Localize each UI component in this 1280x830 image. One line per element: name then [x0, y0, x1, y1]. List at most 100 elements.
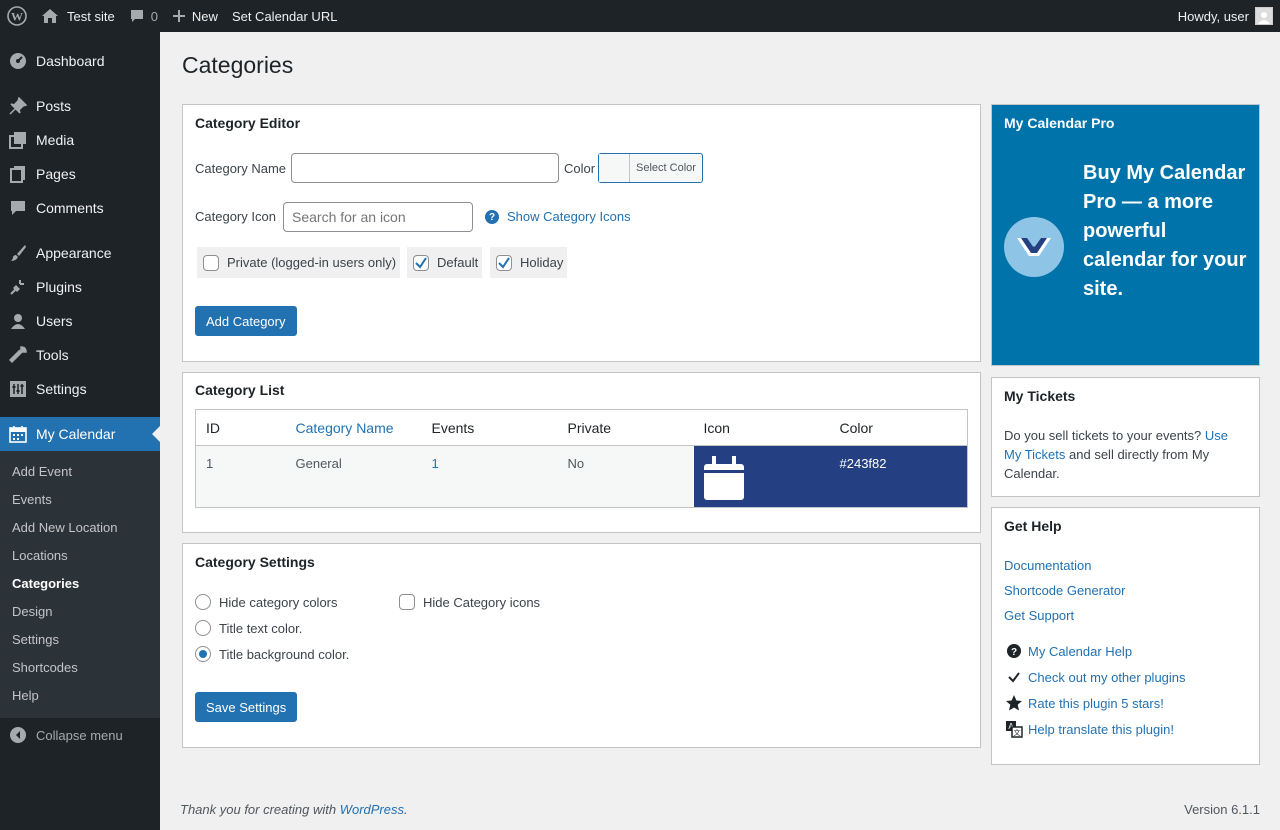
- table-row: 1 General 1 No #243f82: [195, 445, 968, 508]
- column-icon: Icon: [693, 409, 830, 446]
- radio-button-selected[interactable]: [195, 646, 211, 662]
- category-list-heading: Category List: [195, 382, 285, 398]
- radio-title-background-color[interactable]: Title background color.: [195, 646, 349, 662]
- question-icon: ?: [1004, 643, 1024, 659]
- tickets-text-a: Do you sell tickets to your events?: [1004, 428, 1205, 443]
- svg-text:W: W: [11, 10, 23, 24]
- user-icon: [8, 311, 28, 331]
- radio-hide-colors[interactable]: Hide category colors: [195, 594, 338, 610]
- column-id: ID: [195, 409, 286, 446]
- my-calendar-submenu: Add Event Events Add New Location Locati…: [0, 451, 160, 718]
- svg-text:文: 文: [1014, 728, 1021, 737]
- save-settings-button[interactable]: Save Settings: [195, 692, 298, 722]
- menu-label: Comments: [36, 200, 104, 216]
- default-checkbox[interactable]: [413, 254, 429, 271]
- other-plugins-link[interactable]: Check out my other plugins: [1028, 670, 1186, 685]
- admin-bar: W Test site 0 New Set Calendar URL Howdy…: [0, 0, 1280, 32]
- calendar-icon: [8, 424, 28, 444]
- menu-my-calendar[interactable]: My Calendar: [0, 417, 160, 451]
- holiday-checkbox[interactable]: [496, 254, 512, 271]
- menu-plugins[interactable]: Plugins: [0, 270, 160, 304]
- set-calendar-url-link[interactable]: Set Calendar URL: [225, 0, 345, 32]
- translate-plugin-link[interactable]: Help translate this plugin!: [1028, 722, 1174, 737]
- get-help-box: Get Help Documentation Shortcode Generat…: [991, 507, 1260, 765]
- cell-private: No: [557, 445, 694, 508]
- submenu-locations[interactable]: Locations: [0, 542, 160, 570]
- menu-posts[interactable]: Posts: [0, 89, 160, 123]
- my-tickets-heading: My Tickets: [1004, 388, 1076, 404]
- menu-settings[interactable]: Settings: [0, 372, 160, 406]
- translate-icon: A文: [1004, 720, 1024, 738]
- category-settings-heading: Category Settings: [195, 554, 315, 570]
- svg-text:?: ?: [1011, 647, 1017, 658]
- rate-plugin-link[interactable]: Rate this plugin 5 stars!: [1028, 696, 1164, 711]
- shortcode-generator-link[interactable]: Shortcode Generator: [1004, 583, 1125, 598]
- submenu-shortcodes[interactable]: Shortcodes: [0, 654, 160, 682]
- menu-dashboard[interactable]: Dashboard: [0, 44, 160, 78]
- submenu-settings[interactable]: Settings: [0, 626, 160, 654]
- documentation-link[interactable]: Documentation: [1004, 558, 1125, 573]
- submenu-events[interactable]: Events: [0, 486, 160, 514]
- menu-appearance[interactable]: Appearance: [0, 236, 160, 270]
- submenu-add-new-location[interactable]: Add New Location: [0, 514, 160, 542]
- submenu-help[interactable]: Help: [0, 682, 160, 710]
- submenu-design[interactable]: Design: [0, 598, 160, 626]
- pages-icon: [8, 164, 28, 184]
- events-count-link[interactable]: 1: [432, 456, 439, 471]
- promo-heading: My Calendar Pro: [1004, 115, 1115, 131]
- menu-tools[interactable]: Tools: [0, 338, 160, 372]
- menu-pages[interactable]: Pages: [0, 157, 160, 191]
- new-content-link[interactable]: New: [165, 0, 225, 32]
- howdy-text: Howdy, user: [1177, 8, 1249, 24]
- my-calendar-help-link[interactable]: My Calendar Help: [1028, 644, 1132, 659]
- site-name: Test site: [67, 8, 115, 24]
- category-list-box: Category List ID Category Name Events Pr…: [182, 372, 981, 533]
- radio-button[interactable]: [195, 620, 211, 636]
- radio-title-text-color[interactable]: Title text color.: [195, 620, 302, 636]
- sort-category-name-link[interactable]: Category Name: [296, 420, 394, 436]
- menu-users[interactable]: Users: [0, 304, 160, 338]
- my-calendar-logo-icon: [1004, 217, 1064, 277]
- comments-link[interactable]: 0: [122, 0, 165, 32]
- hide-icons-checkbox[interactable]: [399, 594, 415, 610]
- holiday-checkbox-wrap[interactable]: Holiday: [490, 247, 567, 278]
- admin-sidebar: Dashboard Posts Media Pages Comments App…: [0, 32, 160, 830]
- private-checkbox[interactable]: [203, 254, 219, 271]
- wordpress-link[interactable]: WordPress: [340, 802, 404, 817]
- footer-version: Version 6.1.1: [1184, 802, 1260, 817]
- category-icon-label: Category Icon: [195, 209, 276, 224]
- new-label: New: [191, 8, 218, 24]
- page-title: Categories: [182, 52, 294, 78]
- wordpress-logo-icon[interactable]: W: [0, 0, 34, 32]
- column-category-name[interactable]: Category Name: [285, 409, 422, 446]
- my-tickets-box: My Tickets Do you sell tickets to your e…: [991, 377, 1260, 497]
- radio-label: Title background color.: [219, 646, 350, 662]
- submenu-add-event[interactable]: Add Event: [0, 458, 160, 486]
- user-account-menu[interactable]: Howdy, user: [1178, 7, 1280, 25]
- column-events: Events: [421, 409, 558, 446]
- plug-icon: [8, 277, 28, 297]
- add-category-button[interactable]: Add Category: [195, 306, 297, 336]
- collapse-menu-button[interactable]: Collapse menu: [0, 718, 160, 752]
- radio-button[interactable]: [195, 594, 211, 610]
- footer: Thank you for creating with WordPress. V…: [180, 802, 1260, 817]
- pin-icon: [8, 96, 28, 116]
- hide-icons-checkbox-wrap[interactable]: Hide Category icons: [399, 594, 540, 610]
- select-color-button[interactable]: Select Color: [598, 153, 703, 183]
- category-name-input[interactable]: [291, 153, 559, 183]
- show-category-icons-link[interactable]: Show Category Icons: [507, 209, 631, 224]
- hide-icons-label: Hide Category icons: [423, 594, 541, 610]
- menu-label: Media: [36, 132, 75, 148]
- submenu-categories[interactable]: Categories: [0, 570, 160, 598]
- private-checkbox-wrap[interactable]: Private (logged-in users only): [197, 247, 400, 278]
- help-row: Rate this plugin 5 stars!: [1004, 690, 1186, 716]
- dashboard-icon: [8, 51, 28, 71]
- help-question-icon: ?: [485, 210, 499, 224]
- default-checkbox-wrap[interactable]: Default: [407, 247, 482, 278]
- icon-search-input[interactable]: [283, 202, 473, 232]
- site-name-link[interactable]: Test site: [34, 0, 122, 32]
- menu-comments[interactable]: Comments: [0, 191, 160, 225]
- holiday-label: Holiday: [520, 255, 564, 270]
- get-support-link[interactable]: Get Support: [1004, 608, 1125, 623]
- menu-media[interactable]: Media: [0, 123, 160, 157]
